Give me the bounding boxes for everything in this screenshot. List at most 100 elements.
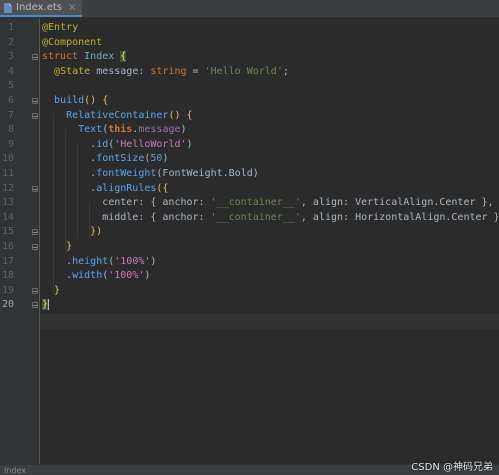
code-token: @State xyxy=(54,65,91,77)
watermark-text: CSDN @神码兄弟 xyxy=(411,462,493,473)
current-line-highlight xyxy=(40,314,499,329)
code-token: message: xyxy=(90,65,151,77)
code-line[interactable]: } xyxy=(42,240,72,255)
code-line[interactable]: center: { anchor: '__container__', align… xyxy=(42,196,494,211)
code-token: build xyxy=(54,95,85,106)
code-token: ) xyxy=(180,124,187,136)
code-line[interactable]: Text(this.message) xyxy=(42,123,187,138)
line-number-gutter[interactable]: 1 2 3 4 5 6 7 8 9 10 11 12 13 14 15 16 17 18 19 20 xyxy=(0,18,40,464)
code-token: = xyxy=(186,65,205,77)
code-token: ) xyxy=(162,153,169,165)
code-line[interactable]: .id('HelloWorld') xyxy=(42,138,193,153)
code-token: width xyxy=(72,270,103,282)
line-number: 6 xyxy=(7,95,14,106)
code-line[interactable]: .width('100%') xyxy=(42,269,150,284)
tab-index-ets[interactable]: Index.ets × xyxy=(0,0,83,17)
line-number: 9 xyxy=(7,138,14,150)
code-line[interactable]: @State message: string = 'Hello World'; xyxy=(42,65,289,80)
code-token: '100%' xyxy=(114,255,151,267)
line-number: 20 xyxy=(1,299,14,311)
code-line[interactable]: } xyxy=(42,284,60,299)
line-number: 14 xyxy=(1,211,14,223)
line-number: 7 xyxy=(7,109,14,121)
fold-toggle-icon[interactable] xyxy=(32,98,39,105)
code-line[interactable]: RelativeContainer() { xyxy=(42,109,193,124)
code-token: }) xyxy=(42,226,103,238)
line-number: 8 xyxy=(7,124,14,136)
line-number: 11 xyxy=(1,168,14,179)
code-line[interactable]: } xyxy=(42,298,50,313)
code-token: 'HelloWorld' xyxy=(114,138,187,150)
code-token: '100%' xyxy=(108,270,145,282)
code-line[interactable]: .alignRules({ xyxy=(42,182,168,197)
code-token: message xyxy=(138,124,181,136)
code-line[interactable]: @Entry xyxy=(42,21,78,36)
fold-toggle-icon[interactable] xyxy=(32,112,39,120)
line-number: 16 xyxy=(1,241,14,252)
code-token: @Component xyxy=(42,36,103,48)
code-token: Text xyxy=(78,124,103,136)
line-number: 3 xyxy=(7,51,14,63)
code-token: () { xyxy=(84,95,109,106)
code-token: alignRules xyxy=(96,182,157,194)
close-icon[interactable]: × xyxy=(68,2,76,13)
code-token: ) xyxy=(150,255,157,267)
code-line[interactable]: @Component xyxy=(42,36,102,51)
code-line[interactable]: build() { xyxy=(42,94,108,109)
editor-tab-bar: Index.ets × xyxy=(0,0,499,18)
code-token: . xyxy=(42,168,97,179)
code-token: ; xyxy=(282,65,289,77)
line-number: 4 xyxy=(7,65,14,77)
fold-toggle-icon[interactable] xyxy=(32,302,39,309)
code-line[interactable]: .fontSize(50) xyxy=(42,152,168,167)
code-line[interactable]: struct Index { xyxy=(42,50,127,65)
code-token: center: { anchor: xyxy=(42,197,211,209)
code-line[interactable]: .height('100%') xyxy=(42,255,156,270)
status-bar-text: Index xyxy=(4,466,27,475)
code-line[interactable]: }) xyxy=(42,225,102,240)
code-token: RelativeContainer xyxy=(66,109,169,121)
code-token: 'Hello World' xyxy=(204,65,283,77)
code-token: Index xyxy=(84,51,115,63)
code-token: this xyxy=(108,124,133,136)
fold-toggle-icon[interactable] xyxy=(32,229,39,236)
code-token: , align: HorizontalAlign.Center } xyxy=(300,211,499,223)
line-number: 12 xyxy=(1,182,14,194)
line-number: 1 xyxy=(7,22,14,33)
code-token: . xyxy=(42,255,73,267)
code-token: height xyxy=(72,255,109,267)
fold-toggle-icon[interactable] xyxy=(32,185,39,193)
code-token: () { xyxy=(168,109,193,121)
code-token: fontSize xyxy=(96,153,145,165)
line-number: 13 xyxy=(1,197,14,209)
fold-toggle-icon[interactable] xyxy=(32,287,39,295)
code-token: ) xyxy=(186,138,193,150)
tab-label: Index.ets xyxy=(16,2,62,13)
code-token: . xyxy=(42,153,97,165)
code-editor[interactable]: @Entry @Component struct Index { @State me… xyxy=(40,18,499,464)
code-token: } xyxy=(42,284,61,296)
code-token: string xyxy=(150,65,187,77)
code-token: 50 xyxy=(150,153,163,165)
code-line[interactable]: .fontWeight(FontWeight.Bold) xyxy=(42,167,259,182)
line-number: 15 xyxy=(1,226,14,238)
line-number: 17 xyxy=(1,255,14,267)
code-token: @Entry xyxy=(42,22,79,33)
code-token: ) xyxy=(144,270,151,282)
ide-window: Index.ets × 1 2 3 4 5 6 7 8 9 10 11 12 13 14 15 16 17 18 1… xyxy=(0,0,499,475)
fold-toggle-icon[interactable] xyxy=(32,54,39,61)
ets-file-icon xyxy=(4,2,12,13)
code-token: (FontWeight.Bold) xyxy=(156,168,259,179)
text-caret xyxy=(48,298,50,310)
fold-toggle-icon[interactable] xyxy=(32,244,39,251)
code-token: , align: VerticalAlign.Center }, xyxy=(300,197,494,209)
code-token: . xyxy=(42,182,97,194)
line-number: 19 xyxy=(1,284,14,296)
code-line[interactable]: middle: { anchor: '__container__', align… xyxy=(42,211,499,226)
line-number: 18 xyxy=(1,270,14,282)
code-token: { xyxy=(120,51,127,63)
